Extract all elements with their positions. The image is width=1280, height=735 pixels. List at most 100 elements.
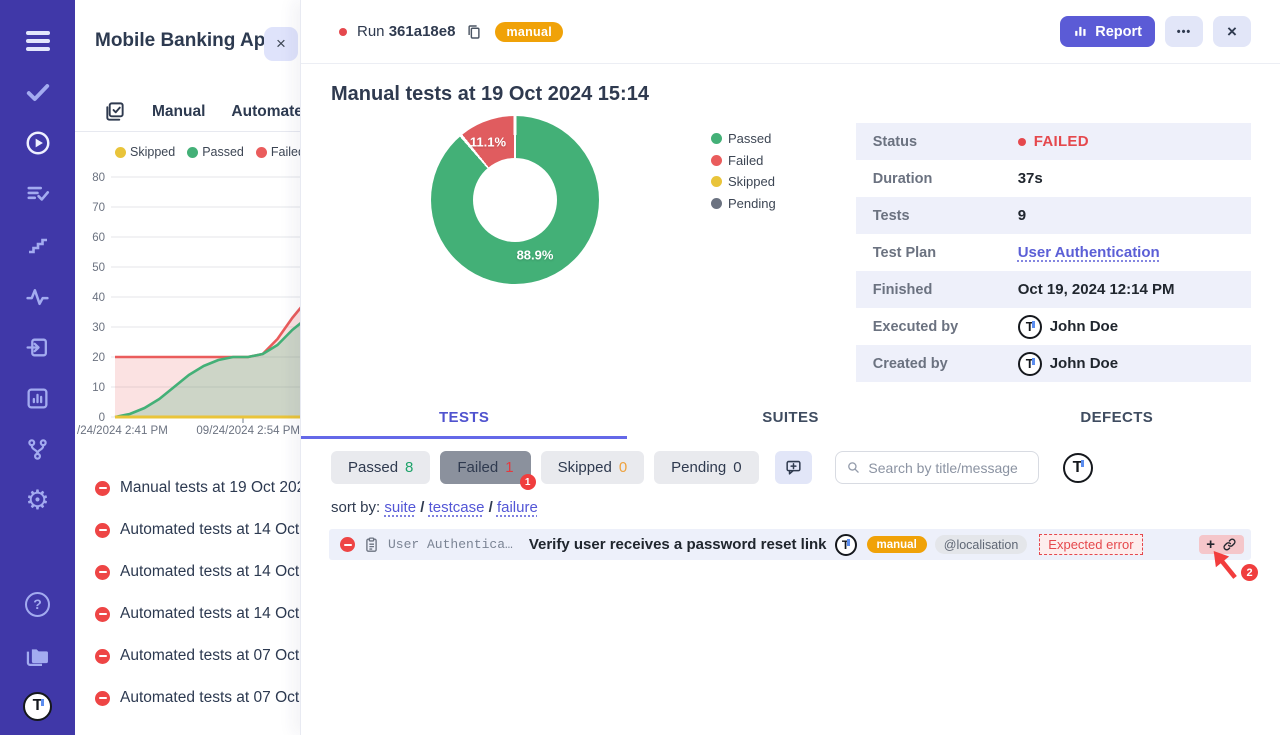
menu-icon[interactable] bbox=[23, 26, 53, 56]
branch-icon[interactable] bbox=[23, 434, 53, 464]
tab-manual[interactable]: Manual bbox=[152, 103, 205, 121]
svg-text:20: 20 bbox=[92, 352, 105, 364]
legend-pending[interactable]: Pending bbox=[711, 193, 776, 215]
assignee-avatar: T bbox=[835, 534, 857, 556]
test-plan-link[interactable]: User Authentication bbox=[1018, 244, 1160, 261]
tab-defects[interactable]: DEFECTS bbox=[954, 401, 1280, 439]
legend-passed[interactable]: Passed bbox=[187, 145, 244, 159]
detail-row-status: Status FAILED bbox=[856, 123, 1251, 160]
svg-text:80: 80 bbox=[92, 172, 105, 184]
run-header: Run 361a18e8 manual Report ••• × bbox=[301, 0, 1280, 64]
folders-icon[interactable] bbox=[23, 640, 53, 670]
svg-text:10: 10 bbox=[92, 382, 105, 394]
legend-failed[interactable]: Failed bbox=[256, 145, 300, 159]
donut-passed-label: 88.9% bbox=[517, 248, 554, 263]
current-user-avatar[interactable]: T bbox=[1063, 453, 1093, 483]
legend-failed[interactable]: Failed bbox=[711, 150, 776, 172]
row-actions: + bbox=[1199, 535, 1244, 554]
failed-run-icon bbox=[95, 481, 110, 496]
activity-icon[interactable] bbox=[23, 281, 53, 311]
project-panel: Mobile Banking App × Manual Automated Sk… bbox=[75, 0, 300, 735]
run-list-item[interactable]: Automated tests at 07 Oct 2024 bbox=[75, 677, 300, 719]
failed-filter-badge: 1 bbox=[520, 474, 536, 490]
svg-text:70: 70 bbox=[92, 202, 105, 214]
run-status-dot bbox=[339, 28, 347, 36]
skipped-dot bbox=[115, 147, 126, 158]
filter-failed-button[interactable]: Failed1 1 bbox=[440, 451, 530, 484]
sort-by-failure[interactable]: failure bbox=[497, 499, 538, 516]
copy-run-id-button[interactable] bbox=[465, 23, 483, 41]
svg-text:50: 50 bbox=[92, 262, 105, 274]
run-overview: 11.1% 88.9% Passed Failed Skipped Pendin… bbox=[301, 116, 1280, 382]
user-avatar: T bbox=[1018, 352, 1042, 376]
detail-row-testplan: Test Plan User Authentication bbox=[856, 234, 1251, 271]
link-icon[interactable] bbox=[1222, 537, 1237, 552]
filter-passed-button[interactable]: Passed8 bbox=[331, 451, 430, 484]
failed-dot bbox=[1018, 138, 1026, 146]
svg-text:40: 40 bbox=[92, 292, 105, 304]
gear-icon[interactable]: ⚙ bbox=[23, 485, 53, 515]
legend-skipped[interactable]: Skipped bbox=[711, 171, 776, 193]
failed-run-icon bbox=[95, 607, 110, 622]
filter-pending-button[interactable]: Pending0 bbox=[654, 451, 758, 484]
user-avatar: T bbox=[1018, 315, 1042, 339]
test-title[interactable]: Verify user receives a password reset li… bbox=[529, 536, 827, 553]
failed-dot bbox=[256, 147, 267, 158]
steps-icon[interactable] bbox=[23, 230, 53, 260]
run-details-table: Status FAILED Duration 37s Tests 9 Test … bbox=[856, 123, 1251, 382]
search-input[interactable] bbox=[868, 460, 1027, 476]
history-chart-legend: Skipped Passed Failed bbox=[75, 145, 300, 159]
sort-by-suite[interactable]: suite bbox=[384, 499, 416, 516]
search-box bbox=[835, 451, 1039, 484]
svg-text:30: 30 bbox=[92, 322, 105, 334]
close-run-button[interactable]: × bbox=[1213, 16, 1251, 47]
sort-row: sort by: suite / testcase / failure bbox=[331, 499, 1280, 516]
report-button[interactable]: Report bbox=[1060, 16, 1155, 47]
check-icon[interactable] bbox=[23, 77, 53, 107]
play-circle-icon[interactable] bbox=[23, 128, 53, 158]
svg-text:0: 0 bbox=[99, 412, 105, 423]
filters-toolbar: Passed8 Failed1 1 Skipped0 Pending0 T bbox=[301, 451, 1280, 484]
suite-name[interactable]: User Authentica… bbox=[388, 537, 513, 552]
run-list-item[interactable]: Automated tests at 07 Oct 2024 bbox=[75, 635, 300, 677]
run-list-item[interactable]: Manual tests at 19 Oct 2024 bbox=[75, 467, 300, 509]
donut-failed-label: 11.1% bbox=[470, 135, 506, 150]
panel-close-button[interactable]: × bbox=[264, 27, 298, 61]
history-x-axis: /24/2024 2:41 PM09/24/2024 2:54 PM bbox=[75, 425, 300, 437]
report-chart-icon bbox=[1073, 24, 1088, 39]
section-tabs: TESTS SUITES DEFECTS bbox=[301, 401, 1280, 439]
add-comment-button[interactable] bbox=[775, 451, 812, 484]
tab-automated[interactable]: Automated bbox=[231, 103, 300, 121]
checklist-icon[interactable] bbox=[103, 100, 126, 123]
runs-type-tabs: Manual Automated bbox=[75, 92, 300, 132]
run-title: Manual tests at 19 Oct 2024 15:14 bbox=[331, 83, 1280, 106]
test-tag-badge[interactable]: @localisation bbox=[935, 535, 1028, 554]
passed-dot bbox=[187, 147, 198, 158]
comment-plus-icon bbox=[784, 458, 803, 477]
results-donut-chart: 11.1% 88.9% bbox=[431, 116, 599, 284]
tab-tests[interactable]: TESTS bbox=[301, 401, 627, 439]
bar-chart-icon[interactable] bbox=[23, 383, 53, 413]
list-check-icon[interactable] bbox=[23, 179, 53, 209]
legend-skipped[interactable]: Skipped bbox=[115, 145, 175, 159]
add-icon[interactable]: + bbox=[1206, 537, 1215, 552]
sort-by-testcase[interactable]: testcase bbox=[429, 499, 485, 516]
detail-row-tests: Tests 9 bbox=[856, 197, 1251, 234]
run-list-item[interactable]: Automated tests at 14 Oct 2024 bbox=[75, 593, 300, 635]
run-list-item[interactable]: Automated tests at 14 Oct 2024 bbox=[75, 551, 300, 593]
filter-skipped-button[interactable]: Skipped0 bbox=[541, 451, 645, 484]
user-avatar[interactable]: T bbox=[23, 691, 53, 721]
legend-passed[interactable]: Passed bbox=[711, 128, 776, 150]
expected-error-badge[interactable]: Expected error bbox=[1039, 534, 1142, 555]
more-button[interactable]: ••• bbox=[1165, 16, 1203, 47]
detail-row-executed-by: Executed by TJohn Doe bbox=[856, 308, 1251, 345]
sign-in-icon[interactable] bbox=[23, 332, 53, 362]
run-id-label: Run 361a18e8 bbox=[357, 23, 455, 40]
failed-run-icon bbox=[95, 649, 110, 664]
tab-suites[interactable]: SUITES bbox=[627, 401, 953, 439]
failed-test-icon bbox=[340, 537, 355, 552]
test-result-row[interactable]: User Authentica… Verify user receives a … bbox=[329, 529, 1251, 560]
help-icon[interactable]: ? bbox=[23, 589, 53, 619]
run-list-item[interactable]: Automated tests at 14 Oct 2024 bbox=[75, 509, 300, 551]
donut-legend: Passed Failed Skipped Pending bbox=[711, 116, 776, 382]
